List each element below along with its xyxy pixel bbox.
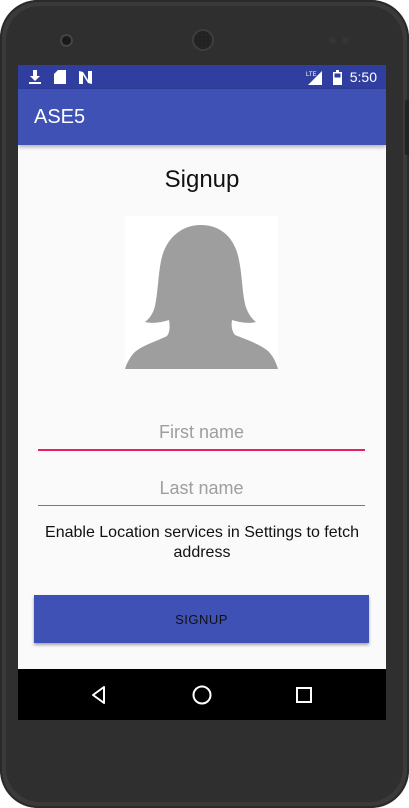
female-profile-silhouette-icon	[125, 225, 278, 369]
back-icon	[92, 686, 105, 704]
n-notification-icon	[77, 69, 93, 85]
phone-frame: LTE 5:50 ASE5 Signup Enable Location s	[0, 0, 409, 808]
sd-card-icon	[53, 69, 67, 85]
profile-photo[interactable]	[125, 216, 278, 369]
screen: LTE 5:50 ASE5 Signup Enable Location s	[18, 65, 386, 720]
light-sensor	[342, 37, 349, 44]
home-icon	[192, 685, 212, 705]
battery-icon	[332, 69, 342, 85]
last-name-input[interactable]	[38, 471, 365, 505]
first-name-input[interactable]	[38, 415, 365, 449]
recents-button[interactable]	[291, 682, 317, 708]
earpiece-speaker	[194, 31, 212, 49]
front-camera	[62, 36, 71, 45]
first-name-underline	[38, 449, 365, 451]
recents-icon	[296, 687, 312, 703]
volume-button	[405, 100, 409, 155]
home-button[interactable]	[189, 682, 215, 708]
first-name-field[interactable]	[38, 415, 365, 451]
location-message: Enable Location services in Settings to …	[45, 524, 359, 561]
status-time: 5:50	[349, 69, 377, 85]
download-icon	[28, 69, 42, 85]
app-title: ASE5	[34, 106, 86, 128]
back-button[interactable]	[86, 682, 112, 708]
status-bar: LTE 5:50	[18, 65, 386, 89]
lte-label: LTE	[306, 72, 317, 78]
signup-button[interactable]: SIGNUP	[34, 595, 369, 643]
lte-signal-icon: LTE	[306, 69, 322, 85]
app-bar: ASE5	[18, 89, 386, 145]
navigation-bar	[18, 669, 386, 720]
last-name-underline	[38, 505, 365, 506]
page-title: Signup	[164, 166, 240, 193]
last-name-field[interactable]	[38, 471, 365, 506]
proximity-sensor	[329, 37, 336, 44]
